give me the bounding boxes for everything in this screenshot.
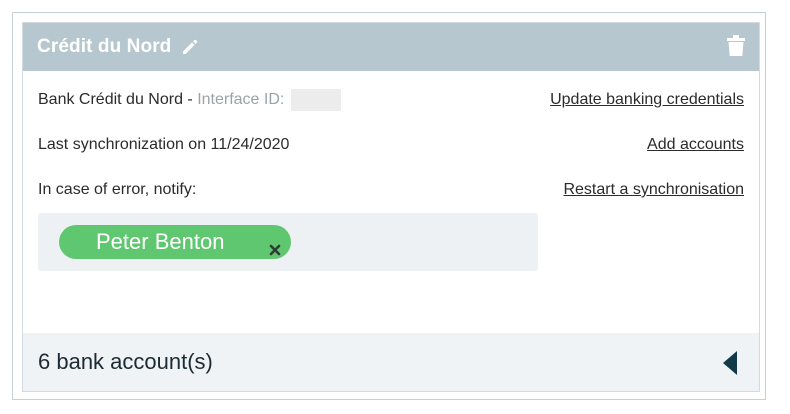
accounts-footer[interactable]: 6 bank account(s) — [23, 333, 759, 391]
close-icon[interactable] — [269, 236, 281, 256]
card-header: Crédit du Nord — [23, 23, 759, 71]
interface-id-label: Interface ID: — [197, 91, 285, 109]
bank-label: Bank Crédit du Nord - — [38, 91, 193, 109]
notify-row: In case of error, notify: Restart a sync… — [38, 179, 744, 201]
pencil-icon[interactable] — [180, 37, 200, 57]
recipient-chip: Peter Benton — [59, 225, 291, 259]
caret-left-icon[interactable] — [723, 351, 737, 375]
last-sync-text: Last synchronization on 11/24/2020 — [38, 136, 290, 153]
bank-info-row: Bank Crédit du Nord - Interface ID: Upda… — [38, 89, 744, 111]
bank-title: Crédit du Nord — [37, 36, 172, 57]
notify-label: In case of error, notify: — [38, 181, 197, 198]
sync-info-row: Last synchronization on 11/24/2020 Add a… — [38, 134, 744, 156]
add-accounts-link[interactable]: Add accounts — [647, 136, 744, 154]
bank-info: Bank Crédit du Nord - Interface ID: — [38, 89, 341, 111]
trash-icon[interactable] — [727, 35, 745, 57]
notify-recipients-input[interactable]: Peter Benton — [38, 213, 538, 271]
recipient-name: Peter Benton — [96, 229, 225, 254]
accounts-count: 6 bank account(s) — [38, 349, 213, 374]
bank-connection-panel: Crédit du Nord Bank Crédit du Nord - Int… — [12, 12, 766, 400]
restart-sync-link[interactable]: Restart a synchronisation — [563, 181, 744, 199]
update-credentials-link[interactable]: Update banking credentials — [550, 91, 744, 109]
bank-card: Crédit du Nord Bank Crédit du Nord - Int… — [22, 22, 760, 392]
interface-id-value — [290, 89, 341, 111]
